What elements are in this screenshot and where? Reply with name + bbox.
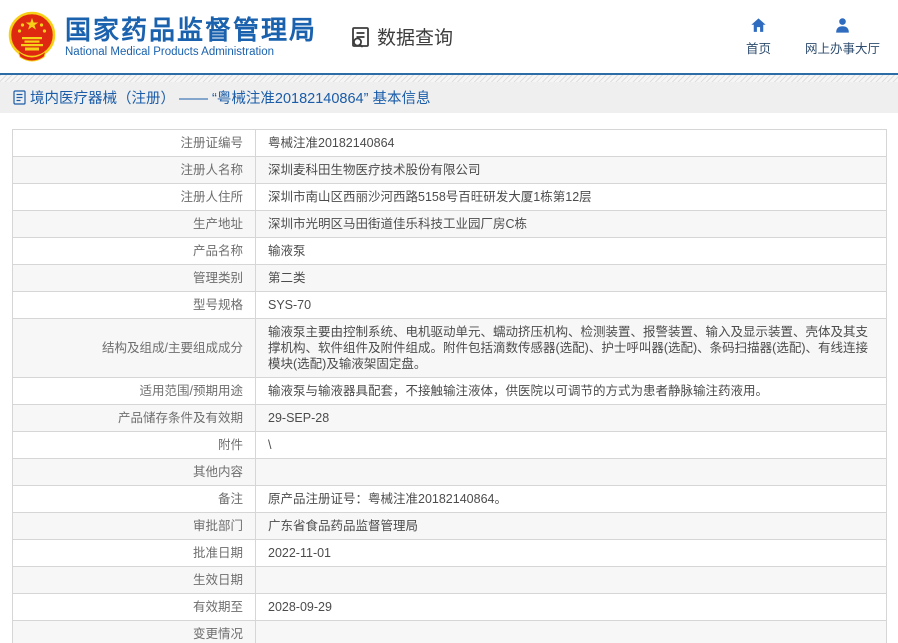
row-label: 批准日期 [12,539,256,567]
row-label: 备注 [12,485,256,513]
info-table-body: 注册证编号 粤械注准20182140864 注册人名称 深圳麦科田生物医疗技术股… [12,129,887,643]
row-value: 输液泵与输液器具配套，不接触输注液体，供医院以可调节的方式为患者静脉输注药液用。 [255,377,887,405]
table-wrap: 注册证编号 粤械注准20182140864 注册人名称 深圳麦科田生物医疗技术股… [0,113,898,643]
table-row: 结构及组成/主要组成成分 输液泵主要由控制系统、电机驱动单元、蠕动挤压机构、检测… [12,318,887,378]
row-value: 输液泵主要由控制系统、电机驱动单元、蠕动挤压机构、检测装置、报警装置、输入及显示… [255,318,887,378]
row-label: 附件 [12,431,256,459]
data-query-label: 数据查询 [377,28,454,49]
row-label: 注册证编号 [12,129,256,157]
table-row: 附件 \ [12,431,887,459]
row-value: 深圳市南山区西丽沙河西路5158号百旺研发大厦1栋第12层 [255,183,887,211]
table-row: 型号规格 SYS-70 [12,291,887,319]
brand-block: 国家药品监督管理局 National Medical Products Admi… [65,15,317,58]
table-row: 备注 原产品注册证号：粤械注准20182140864。 [12,485,887,513]
table-row: 注册证编号 粤械注准20182140864 [12,129,887,157]
row-label: 结构及组成/主要组成成分 [12,318,256,378]
table-row: 产品储存条件及有效期 29-SEP-28 [12,404,887,432]
row-label: 产品名称 [12,237,256,265]
table-row: 审批部门 广东省食品药品监督管理局 [12,512,887,540]
table-row: 注册人住所 深圳市南山区西丽沙河西路5158号百旺研发大厦1栋第12层 [12,183,887,211]
top-nav: 首页 网上办事大厅 [746,16,880,57]
org-name-cn: 国家药品监督管理局 [65,15,318,45]
table-row: 生产地址 深圳市光明区马田街道佳乐科技工业园厂房C栋 [12,210,887,238]
document-icon [13,90,26,105]
table-row: 有效期至 2028-09-29 [12,593,887,621]
row-value: \ [255,431,887,459]
row-label: 审批部门 [12,512,256,540]
table-row: 适用范围/预期用途 输液泵与输液器具配套，不接触输注液体，供医院以可调节的方式为… [12,377,887,405]
row-value: 深圳麦科田生物医疗技术股份有限公司 [255,156,887,184]
row-label: 产品储存条件及有效期 [12,404,256,432]
document-search-icon [352,26,369,48]
row-label: 生产地址 [12,210,256,238]
header: 国家药品监督管理局 National Medical Products Admi… [0,0,898,73]
row-value: SYS-70 [255,291,887,319]
page-title: 境内医疗器械（注册） —— “粤械注准20182140864” 基本信息 [30,91,431,107]
person-icon [836,18,849,33]
row-label: 型号规格 [12,291,256,319]
page: 国家药品监督管理局 National Medical Products Admi… [0,0,898,643]
online-hall-label: 网上办事大厅 [804,42,880,56]
row-value: 2022-11-01 [255,539,887,567]
row-value: 深圳市光明区马田街道佳乐科技工业园厂房C栋 [255,210,887,238]
row-value: 原产品注册证号：粤械注准20182140864。 [255,485,887,513]
row-label: 变更情况 [12,620,256,643]
row-value: 广东省食品药品监督管理局 [255,512,887,540]
row-label: 注册人名称 [12,156,256,184]
row-label: 注册人住所 [12,183,256,211]
row-label: 其他内容 [12,458,256,486]
table-row: 其他内容 [12,458,887,486]
title-band: 境内医疗器械（注册） —— “粤械注准20182140864” 基本信息 [0,82,898,113]
national-emblem-logo [8,11,56,61]
table-row: 管理类别 第二类 [12,264,887,292]
table-row: 注册人名称 深圳麦科田生物医疗技术股份有限公司 [12,156,887,184]
home-label: 首页 [745,42,771,56]
info-table: 注册证编号 粤械注准20182140864 注册人名称 深圳麦科田生物医疗技术股… [12,129,887,643]
row-value: 粤械注准20182140864 [255,129,887,157]
row-value [255,458,887,486]
row-label: 生效日期 [12,566,256,594]
row-label: 适用范围/预期用途 [12,377,256,405]
table-row: 产品名称 输液泵 [12,237,887,265]
nav-data-query[interactable]: 数据查询 [349,23,453,50]
nav-online-hall[interactable]: 网上办事大厅 [805,16,880,57]
home-icon [751,18,766,32]
row-value: 29-SEP-28 [255,404,887,432]
row-value: 输液泵 [255,237,887,265]
row-value: 第二类 [255,264,887,292]
row-label: 管理类别 [12,264,256,292]
row-value [255,620,887,643]
row-value [255,566,887,594]
row-label: 有效期至 [12,593,256,621]
table-row: 批准日期 2022-11-01 [12,539,887,567]
org-name-en: National Medical Products Administration [65,46,275,58]
table-row: 变更情况 [12,620,887,643]
hatch-band [0,75,898,82]
table-row: 生效日期 [12,566,887,594]
row-value: 2028-09-29 [255,593,887,621]
nav-home[interactable]: 首页 [746,16,771,57]
